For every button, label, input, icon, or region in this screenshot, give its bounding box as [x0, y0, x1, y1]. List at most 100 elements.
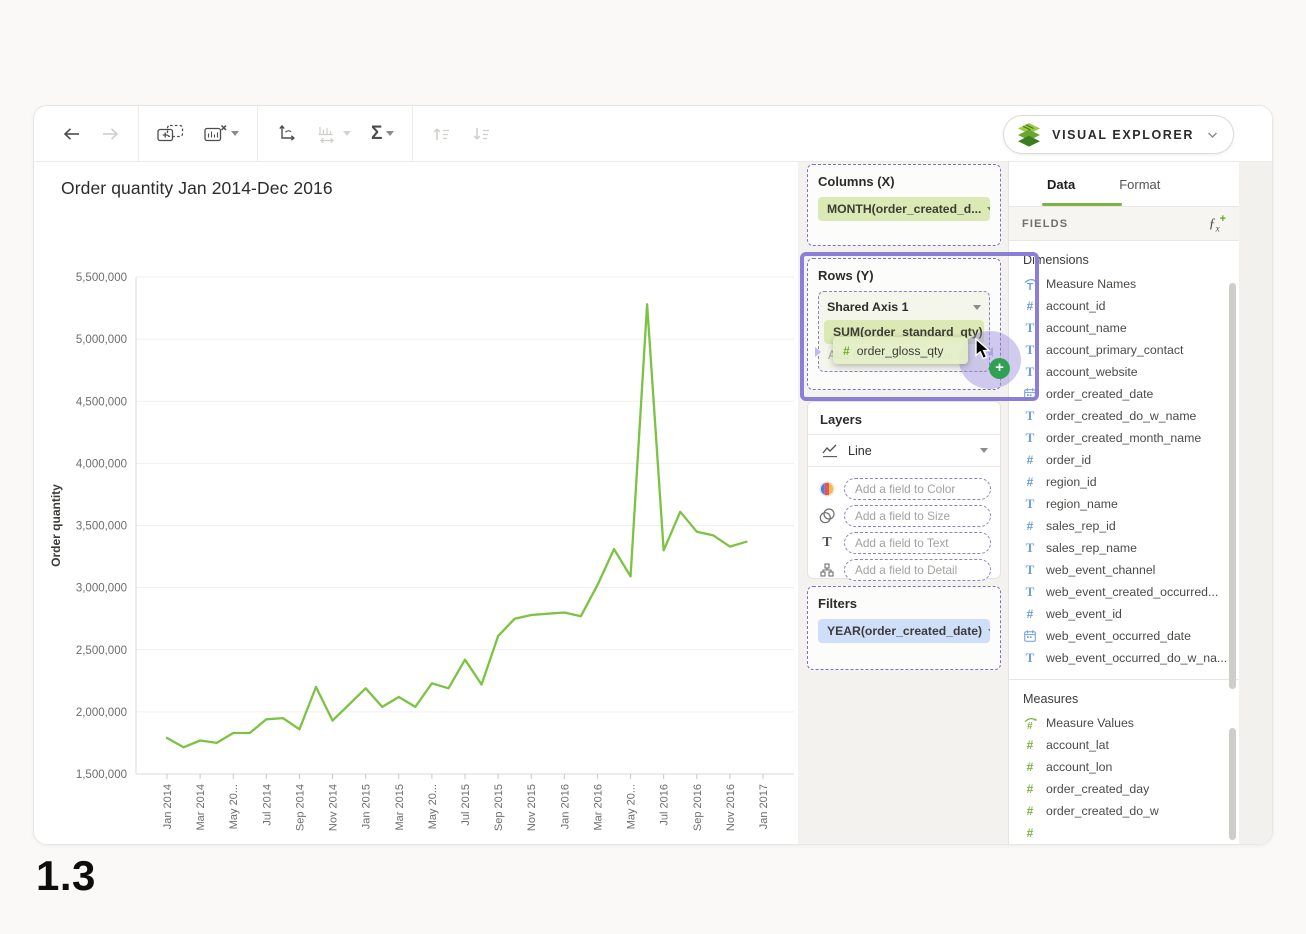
field-item-sales-rep-name[interactable]: Tsales_rep_name [1009, 537, 1239, 559]
shared-axis-dropdown[interactable]: Shared Axis 1 [824, 296, 984, 318]
number-field-icon: # [1023, 804, 1037, 818]
aggregate-sigma-icon[interactable]: Σ [371, 124, 394, 143]
rows-shelf[interactable]: Rows (Y) Shared Axis 1 SUM(order_standar… [807, 258, 1001, 390]
svg-text:Mar 2015: Mar 2015 [394, 784, 406, 830]
field-item-sales-rep-id[interactable]: #sales_rep_id [1009, 515, 1239, 537]
chart-area: Order quantity Jan 2014-Dec 2016 1,500,0… [34, 162, 798, 844]
dimensions-list: TMeasure Names#account_idTaccount_nameTa… [1009, 273, 1239, 669]
text-field-icon: T [1023, 540, 1037, 556]
field-item-order-created-month-name[interactable]: Torder_created_month_name [1009, 427, 1239, 449]
color-icon [817, 481, 837, 497]
dimensions-scrollbar[interactable] [1229, 283, 1236, 689]
field-item-web-event-occurred-date[interactable]: web_event_occurred_date [1009, 625, 1239, 647]
filters-shelf[interactable]: Filters YEAR(order_created_date) [807, 586, 1001, 670]
field-item-order-created-do-w-name[interactable]: Torder_created_do_w_name [1009, 405, 1239, 427]
duplicate-chart-icon[interactable] [157, 124, 184, 143]
layers-panel: Layers Line Add a field to Color Add a fi… [807, 401, 1001, 579]
sort-descending-icon [471, 125, 491, 143]
svg-text:#: # [1027, 721, 1033, 730]
layers-stack-icon [1016, 122, 1042, 148]
field-item-web-event-occurred-do-w-na[interactable]: Tweb_event_occurred_do_w_na... [1009, 647, 1239, 669]
panel-gutter [1239, 162, 1272, 844]
svg-text:Jan 2016: Jan 2016 [559, 784, 571, 829]
swap-axes-icon[interactable] [276, 124, 296, 144]
field-item-account-lon[interactable]: #account_lon [1009, 756, 1239, 778]
field-item-web-event-created-occurred[interactable]: Tweb_event_created_occurred... [1009, 581, 1239, 603]
columns-shelf[interactable]: Columns (X) MONTH(order_created_d... [807, 164, 1001, 246]
svg-text:3,000,000: 3,000,000 [76, 583, 127, 595]
svg-text:Mar 2014: Mar 2014 [195, 784, 207, 830]
detail-drop-zone[interactable]: Add a field to Detail [844, 559, 991, 581]
tab-format[interactable]: Format [1119, 177, 1160, 192]
svg-text:3,500,000: 3,500,000 [76, 521, 127, 533]
color-drop-zone[interactable]: Add a field to Color [844, 478, 991, 500]
date-field-icon [1023, 630, 1037, 642]
field-item-measure-names[interactable]: TMeasure Names [1009, 273, 1239, 295]
date-field-icon [1023, 388, 1037, 400]
drop-indicator-left [815, 347, 821, 357]
visual-explorer-menu-button[interactable]: VISUAL EXPLORER [1003, 115, 1234, 154]
rows-pill-sum-order-standard-qty[interactable]: SUM(order_standard_qty) [824, 320, 984, 344]
tab-data[interactable]: Data [1047, 177, 1075, 192]
text-field-icon: T [1023, 408, 1037, 424]
size-drop-zone[interactable]: Add a field to Size [844, 505, 991, 527]
chevron-down-icon [987, 207, 990, 212]
fields-header-bar: FIELDS ƒx+ [1009, 206, 1239, 241]
field-item-account-name[interactable]: Taccount_name [1009, 317, 1239, 339]
svg-text:Jan 2017: Jan 2017 [758, 784, 770, 829]
number-field-icon: # [1023, 299, 1037, 313]
text-field-icon: T [1023, 430, 1037, 446]
svg-text:Mar 2016: Mar 2016 [592, 784, 604, 830]
field-item-order-created-day[interactable]: #order_created_day [1009, 778, 1239, 800]
fields-header-label: FIELDS [1022, 218, 1068, 230]
filters-shelf-title: Filters [818, 596, 990, 611]
dimensions-section-label: Dimensions [1009, 241, 1239, 273]
forward-icon [101, 125, 120, 143]
chevron-down-icon [1208, 132, 1217, 138]
size-icon [817, 508, 837, 524]
remove-chart-icon[interactable] [204, 124, 239, 143]
columns-pill-month-order-created-date[interactable]: MONTH(order_created_d... [818, 197, 990, 221]
mark-type-dropdown[interactable]: Line [808, 435, 1000, 467]
back-icon[interactable] [62, 125, 81, 143]
visual-explorer-window: Σ VISUAL EXPLORER Order quantity Jan 201… [33, 105, 1273, 845]
shelves-column: Columns (X) MONTH(order_created_d... Row… [798, 162, 1009, 844]
svg-text:Nov 2014: Nov 2014 [328, 784, 340, 831]
field-item-order-created-date[interactable]: order_created_date [1009, 383, 1239, 405]
measures-section-label: Measures [1009, 680, 1239, 712]
rows-shelf-title: Rows (Y) [818, 268, 990, 283]
field-item-order-created-do-w[interactable]: #order_created_do_w [1009, 800, 1239, 822]
field-item-measure-values[interactable]: #Measure Values [1009, 712, 1239, 734]
field-item-account-primary-contact[interactable]: Taccount_primary_contact [1009, 339, 1239, 361]
histogram-icon [316, 124, 351, 144]
field-item-region-name[interactable]: Tregion_name [1009, 493, 1239, 515]
number-field-icon: # [1023, 519, 1037, 533]
field-item-region-id[interactable]: #region_id [1009, 471, 1239, 493]
svg-text:T: T [1027, 282, 1033, 291]
field-item-order-id[interactable]: #order_id [1009, 449, 1239, 471]
number-field-icon: # [1023, 782, 1037, 796]
field-item-web-event-channel[interactable]: Tweb_event_channel [1009, 559, 1239, 581]
text-field-icon: T [1023, 496, 1037, 512]
number-field-icon: # [1023, 738, 1037, 752]
svg-text:Jul 2014: Jul 2014 [261, 784, 273, 826]
layers-title: Layers [808, 402, 1000, 435]
field-item-account-lat[interactable]: #account_lat [1009, 734, 1239, 756]
field-item-web-event-id[interactable]: #web_event_id [1009, 603, 1239, 625]
measures-scrollbar[interactable] [1229, 728, 1236, 840]
field-item-account-website[interactable]: Taccount_website [1009, 361, 1239, 383]
field-item-account-id[interactable]: #account_id [1009, 295, 1239, 317]
shared-axis-drop-zone[interactable]: Add field to shared axis [824, 344, 984, 366]
svg-text:Jan 2014: Jan 2014 [162, 784, 174, 829]
filter-pill-year-order-created-date[interactable]: YEAR(order_created_date) [818, 619, 990, 643]
text-field-icon: T [1023, 342, 1037, 358]
line-chart[interactable]: 1,500,0002,000,0002,500,0003,000,0003,50… [34, 262, 798, 845]
layer-slot: Add a field to Size [817, 502, 991, 529]
svg-text:May 20...: May 20... [626, 784, 638, 829]
field-item[interactable]: # [1009, 822, 1239, 844]
chevron-down-icon [988, 629, 990, 634]
svg-text:Nov 2015: Nov 2015 [526, 784, 538, 831]
text-drop-zone[interactable]: Add a field to Text [844, 532, 991, 554]
create-calculated-field-icon[interactable]: ƒx+ [1209, 213, 1226, 233]
svg-text:5,000,000: 5,000,000 [76, 334, 127, 346]
